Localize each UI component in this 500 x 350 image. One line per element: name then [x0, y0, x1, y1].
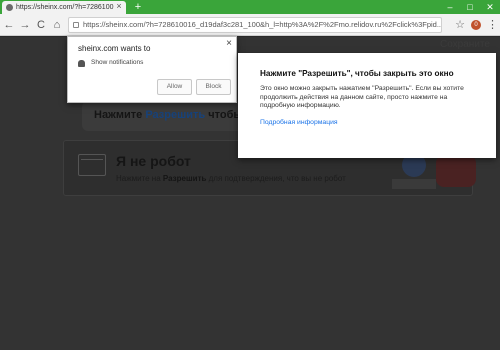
- browser-window-icon: [78, 154, 106, 176]
- star-icon[interactable]: ☆: [455, 17, 465, 33]
- captcha-title: Я не робот: [116, 153, 191, 169]
- more-info-link[interactable]: Подробная информация: [260, 119, 338, 126]
- info-dialog: Нажмите "Разрешить", чтобы закрыть это о…: [238, 53, 496, 158]
- tab-strip: https://sheinx.com/?h=7286100 × + – □ ✕: [0, 0, 500, 14]
- reload-button[interactable]: C: [34, 17, 48, 33]
- captcha-sub-suffix: для подтверждения, что вы не робот: [206, 174, 346, 183]
- captcha-sub-prefix: Нажмите на: [116, 174, 163, 183]
- toolbar-right: ☆ 0 ⋮: [455, 17, 498, 33]
- block-button[interactable]: Block: [196, 79, 231, 95]
- forward-button[interactable]: →: [18, 17, 32, 33]
- globe-icon: [6, 4, 13, 11]
- permission-text: Show notifications: [91, 59, 144, 66]
- minimize-button[interactable]: –: [440, 0, 460, 14]
- banner-highlight: Разрешить: [145, 109, 206, 121]
- url-text: https://sheinx.com/?h=728610016_d19daf3c…: [83, 20, 442, 29]
- close-window-button[interactable]: ✕: [480, 0, 500, 14]
- window-controls: – □ ✕: [440, 0, 500, 14]
- info-body: Это окно можно закрыть нажатием "Разреши…: [260, 85, 464, 109]
- bell-icon: [78, 60, 85, 67]
- home-button[interactable]: ⌂: [50, 17, 64, 33]
- browser-toolbar: ← → C ⌂ https://sheinx.com/?h=728610016_…: [0, 14, 500, 36]
- menu-icon[interactable]: ⋮: [487, 17, 498, 33]
- address-bar[interactable]: https://sheinx.com/?h=728610016_d19daf3c…: [68, 17, 442, 33]
- new-tab-button[interactable]: +: [132, 1, 144, 13]
- close-icon[interactable]: ×: [226, 39, 232, 49]
- maximize-button[interactable]: □: [460, 0, 480, 14]
- back-button[interactable]: ←: [2, 17, 16, 33]
- tab-close-icon[interactable]: ×: [114, 0, 124, 13]
- captcha-sub-bold: Разрешить: [162, 174, 207, 183]
- banner-prefix: Нажмите: [94, 109, 146, 121]
- info-heading: Нажмите "Разрешить", чтобы закрыть это о…: [260, 69, 454, 78]
- tab-title: https://sheinx.com/?h=7286100: [16, 4, 114, 11]
- popup-site-text: sheinx.com wants to: [78, 44, 151, 53]
- recaptcha-label: [392, 179, 436, 189]
- browser-tab[interactable]: https://sheinx.com/?h=7286100: [2, 1, 126, 14]
- lock-icon[interactable]: [73, 22, 79, 28]
- notification-permission-popup: sheinx.com wants to × Show notifications…: [67, 36, 237, 103]
- allow-button[interactable]: Allow: [157, 79, 192, 95]
- robot-image: [436, 155, 476, 187]
- faint-header-text: Сохраните: [440, 39, 490, 50]
- extension-icon[interactable]: 0: [471, 20, 481, 30]
